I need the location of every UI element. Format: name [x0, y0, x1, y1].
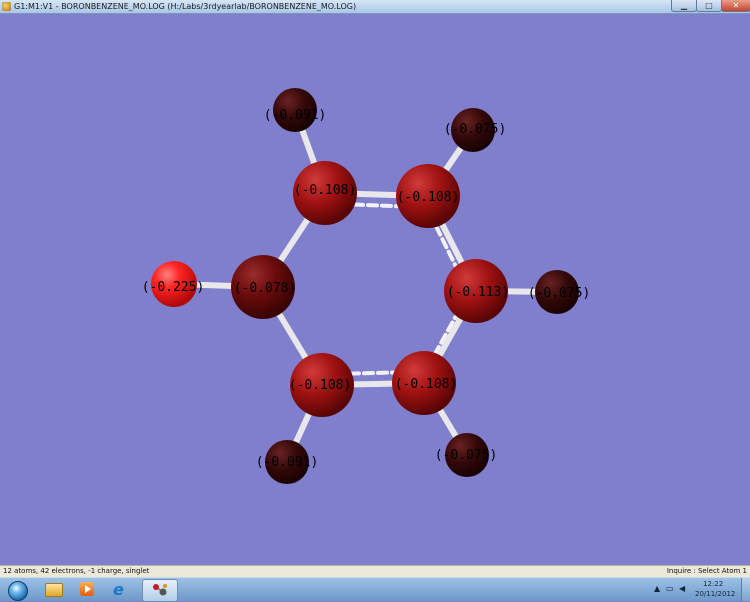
volume-icon[interactable]: ◀ — [679, 584, 685, 593]
windows-start-icon — [8, 581, 28, 601]
taskbar-gaussview-button[interactable] — [142, 579, 178, 602]
close-button[interactable]: ✕ — [721, 0, 750, 12]
charge-label-h1: (-0.091) — [264, 108, 327, 123]
gaussview-icon — [153, 584, 167, 596]
molecule-info: 12 atoms, 42 electrons, -1 charge, singl… — [3, 567, 150, 575]
charge-label-h4: (-0.075) — [435, 448, 498, 463]
maximize-icon: □ — [705, 1, 713, 10]
charge-label-h5: (-0.091) — [256, 455, 319, 470]
molecule-canvas[interactable]: (-0.091) (-0.075) (-0.108) (-0.108) (-0.… — [0, 14, 750, 565]
taskbar: e ▲ ▭ ◀ 12:22 20/11/2012 — [0, 577, 750, 602]
window-title: G1:M1:V1 - BORONBENZENE_MO.LOG (H:/Labs/… — [14, 2, 357, 11]
charge-label-c1: (-0.108) — [294, 183, 357, 198]
taskbar-internet-explorer-button[interactable]: e — [105, 579, 137, 600]
taskbar-media-player-button[interactable] — [71, 579, 103, 600]
status-bar: 12 atoms, 42 electrons, -1 charge, singl… — [0, 565, 750, 577]
molecule-viewport[interactable]: (-0.091) (-0.075) (-0.108) (-0.108) (-0.… — [0, 14, 750, 565]
clock-date[interactable]: 20/11/2012 — [695, 590, 735, 598]
charge-label-b: (-0.078) — [234, 281, 297, 296]
start-button[interactable] — [2, 579, 32, 601]
maximize-button[interactable]: □ — [696, 0, 722, 12]
close-icon: ✕ — [732, 1, 740, 10]
internet-explorer-icon: e — [113, 580, 124, 599]
inquire-mode: Inquire : Select Atom 1 — [666, 567, 747, 575]
media-player-icon — [80, 582, 94, 596]
show-hidden-icons-icon[interactable]: ▲ — [654, 584, 660, 593]
clock-time[interactable]: 12:22 — [703, 580, 723, 588]
charge-label-c2: (-0.108) — [397, 190, 460, 205]
charge-label-c3: (-0.113) — [447, 285, 510, 300]
minimize-button[interactable]: ▁ — [671, 0, 697, 12]
charge-label-c5: (-0.108) — [289, 378, 352, 393]
network-icon[interactable]: ▭ — [666, 584, 674, 593]
system-tray: ▲ ▭ ◀ 12:22 20/11/2012 — [650, 578, 750, 601]
folder-icon — [45, 583, 63, 597]
charge-label-h3: (-0.075) — [528, 286, 591, 301]
charge-label-h2: (-0.075) — [444, 122, 507, 137]
charge-label-c4: (-0.108) — [395, 377, 458, 392]
minimize-icon: ▁ — [680, 1, 688, 10]
show-desktop-button[interactable] — [741, 578, 750, 601]
app-icon — [2, 2, 11, 11]
taskbar-explorer-button[interactable] — [37, 579, 69, 600]
title-bar[interactable]: G1:M1:V1 - BORONBENZENE_MO.LOG (H:/Labs/… — [0, 0, 750, 14]
charge-label-cl: (-0.225) — [142, 280, 205, 295]
